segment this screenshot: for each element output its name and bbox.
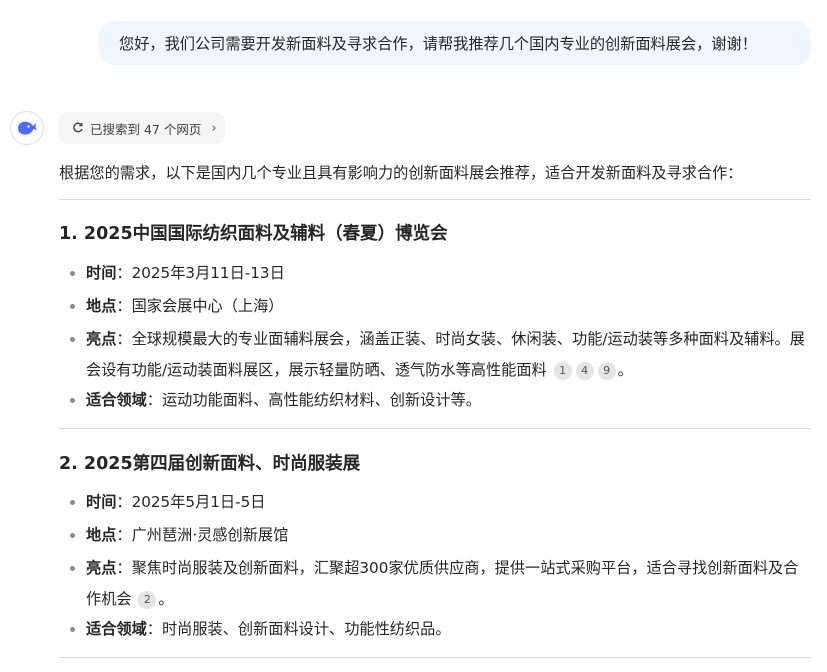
user-message-bubble: 您好，我们公司需要开发新面料及寻求合作，请帮我推荐几个国内专业的创新面料展会，谢… <box>99 21 811 65</box>
divider <box>59 428 811 429</box>
list-item-highlight: 亮点：聚焦时尚服装及创新面料，汇聚超300家优质供应商，提供一站式采购平台，适合… <box>70 553 806 615</box>
field-value: 时尚服装、创新面料设计、功能性纺织品。 <box>161 620 451 638</box>
search-refresh-icon <box>73 122 83 133</box>
divider <box>59 199 811 200</box>
time-value: 2025年5月1日-5日 <box>131 493 266 511</box>
list-item-highlight: 亮点：全球规模最大的专业面辅料展会，涵盖正装、时尚女装、休闲装、功能/运动装等多… <box>70 324 806 386</box>
place-value: 广州琶洲·灵感创新展馆 <box>131 526 289 544</box>
time-value: 2025年3月11日-13日 <box>131 264 285 282</box>
place-value: 国家会展中心（上海） <box>131 297 284 315</box>
place-label: 地点 <box>86 526 117 544</box>
section-title: 1. 2025中国国际纺织面料及辅料（春夏）博览会 <box>59 224 448 244</box>
search-results-label: 已搜索到 47 个网页 <box>90 121 202 137</box>
answer-intro: 根据您的需求，以下是国内几个专业且具有影响力的创新面料展会推荐，适合开发新面料及… <box>59 164 743 182</box>
time-label: 时间 <box>86 264 117 282</box>
field-label: 适合领域 <box>86 620 147 638</box>
citation-badge[interactable]: 1 <box>553 362 572 380</box>
place-label: 地点 <box>86 297 117 315</box>
section-title: 2. 2025第四届创新面料、时尚服装展 <box>59 454 361 474</box>
list-item-field: 适合领域：运动功能面料、高性能纺织材料、创新设计等。 <box>70 385 481 416</box>
whale-logo-icon <box>18 121 37 135</box>
list-item-place: 地点：广州琶洲·灵感创新展馆 <box>69 520 289 551</box>
chevron-right-icon: › <box>211 120 217 136</box>
divider <box>59 657 811 658</box>
time-label: 时间 <box>86 493 117 511</box>
user-message-text: 您好，我们公司需要开发新面料及寻求合作，请帮我推荐几个国内专业的创新面料展会，谢… <box>119 35 757 53</box>
field-value: 运动功能面料、高性能纺织材料、创新设计等。 <box>161 391 481 409</box>
assistant-avatar <box>10 111 44 145</box>
list-item-time: 时间：2025年3月11日-13日 <box>70 258 285 289</box>
field-label: 适合领域 <box>86 391 147 409</box>
citation-badge[interactable]: 9 <box>597 362 616 380</box>
highlight-value: 聚焦时尚服装及创新面料，汇聚超300家优质供应商，提供一站式采购平台，适合寻找创… <box>86 559 799 608</box>
list-item-place: 地点：国家会展中心（上海） <box>69 291 284 322</box>
highlight-label: 亮点 <box>86 330 117 348</box>
list-item-time: 时间：2025年5月1日-5日 <box>69 487 266 518</box>
citation-badge[interactable]: 4 <box>575 362 594 380</box>
search-results-toggle[interactable]: 已搜索到 47 个网页 › <box>59 112 225 144</box>
citation-badge[interactable]: 2 <box>138 591 157 609</box>
highlight-label: 亮点 <box>86 559 117 577</box>
highlight-value: 全球规模最大的专业面辅料展会，涵盖正装、时尚女装、休闲装、功能/运动装等多种面料… <box>86 330 805 379</box>
list-item-field: 适合领域：时尚服装、创新面料设计、功能性纺织品。 <box>70 614 451 645</box>
